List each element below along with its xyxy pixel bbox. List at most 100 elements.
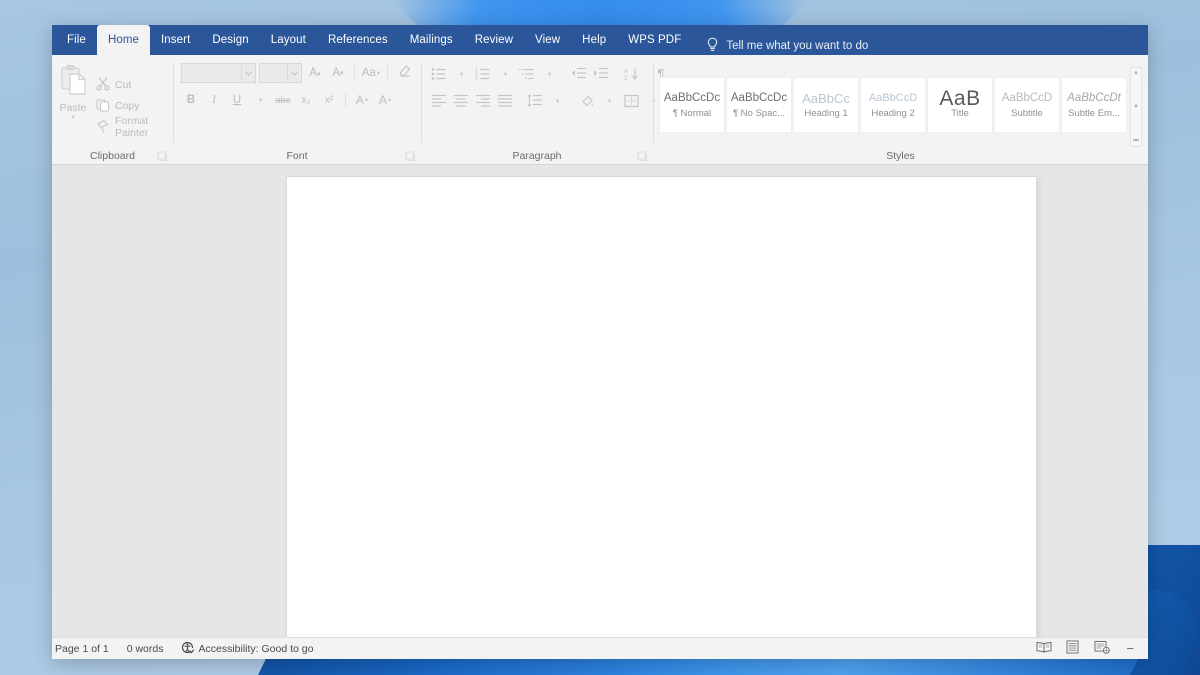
style-title-label: Title bbox=[951, 107, 969, 119]
font-color-icon: A bbox=[378, 93, 387, 107]
line-spacing-chevron-down-icon[interactable]: ▾ bbox=[547, 91, 567, 111]
view-read-mode-button[interactable] bbox=[1035, 641, 1052, 657]
document-canvas[interactable] bbox=[52, 165, 1148, 637]
group-label-styles: Styles bbox=[653, 147, 1148, 165]
multilevel-list-button[interactable] bbox=[517, 64, 537, 84]
ribbon-group-styles: AaBbCcDc ¶ Normal AaBbCcDc ¶ No Spac... … bbox=[653, 55, 1148, 165]
group-label-clipboard: Clipboard bbox=[52, 147, 173, 165]
font-size-input[interactable] bbox=[258, 63, 302, 83]
shading-chevron-down-icon[interactable]: ▾ bbox=[599, 91, 619, 111]
style-heading-2[interactable]: AaBbCcD Heading 2 bbox=[860, 77, 926, 133]
style-subtle-emphasis-label: Subtle Em... bbox=[1068, 107, 1120, 119]
styles-scroll-down-icon[interactable]: ▼ bbox=[1133, 104, 1139, 111]
shading-button[interactable] bbox=[577, 91, 597, 111]
styles-scroll-more-icon[interactable]: ▬ bbox=[1133, 137, 1139, 144]
style-subtle-emphasis[interactable]: AaBbCcDt Subtle Em... bbox=[1061, 77, 1127, 133]
borders-button[interactable] bbox=[621, 91, 641, 111]
grow-font-button[interactable]: A ▴ bbox=[305, 63, 325, 83]
cut-button[interactable]: Cut bbox=[94, 76, 173, 94]
style-title[interactable]: AaB Title bbox=[927, 77, 993, 133]
bullets-button[interactable] bbox=[429, 64, 449, 84]
tell-me-label: Tell me what you want to do bbox=[726, 40, 869, 52]
clipboard-dialog-launcher-icon[interactable] bbox=[157, 151, 168, 162]
shrink-font-button[interactable]: A ▾ bbox=[328, 63, 348, 83]
tell-me-search[interactable]: Tell me what you want to do bbox=[706, 37, 868, 55]
sort-button[interactable]: A Z bbox=[621, 64, 641, 84]
change-case-button[interactable]: Aa ▾ bbox=[361, 63, 381, 83]
paste-button[interactable]: Paste ▾ bbox=[52, 60, 94, 147]
zoom-out-button[interactable]: − bbox=[1122, 642, 1138, 655]
clear-formatting-button[interactable] bbox=[394, 63, 414, 83]
change-case-chevron-down-icon[interactable]: ▾ bbox=[377, 69, 380, 77]
svg-text:Z: Z bbox=[624, 76, 628, 81]
status-right-group: − bbox=[1035, 640, 1142, 657]
styles-scroll-up-icon[interactable]: ▲ bbox=[1133, 70, 1139, 77]
align-right-button[interactable] bbox=[473, 91, 493, 111]
tab-review[interactable]: Review bbox=[464, 25, 524, 55]
document-page[interactable] bbox=[287, 177, 1036, 637]
font-separator-1 bbox=[353, 65, 355, 81]
underline-button[interactable]: U bbox=[227, 90, 247, 110]
font-dialog-launcher-icon[interactable] bbox=[405, 151, 416, 162]
multilevel-list-chevron-down-icon[interactable]: ▾ bbox=[539, 64, 559, 84]
underline-chevron-down-icon[interactable]: ▾ bbox=[250, 90, 270, 110]
style-heading-1[interactable]: AaBbCc Heading 1 bbox=[793, 77, 859, 133]
numbering-chevron-down-icon[interactable]: ▾ bbox=[495, 64, 515, 84]
style-subtitle-label: Subtitle bbox=[1011, 107, 1043, 119]
scissors-icon bbox=[96, 76, 110, 94]
tab-view[interactable]: View bbox=[524, 25, 571, 55]
decrease-indent-button[interactable] bbox=[569, 64, 589, 84]
paste-label: Paste bbox=[59, 102, 87, 114]
ribbon: Paste ▾ Cut Copy Format Painter Clipboar… bbox=[52, 55, 1148, 165]
format-painter-button[interactable]: Format Painter bbox=[94, 115, 173, 139]
styles-gallery-scrollbar[interactable]: ▲ ▼ ▬ bbox=[1130, 67, 1142, 147]
text-effects-chevron-down-icon[interactable]: ▾ bbox=[365, 96, 368, 104]
view-web-layout-button[interactable] bbox=[1093, 641, 1110, 657]
tab-insert[interactable]: Insert bbox=[150, 25, 201, 55]
style-subtitle[interactable]: AaBbCcD Subtitle bbox=[994, 77, 1060, 133]
group-label-clipboard-text: Clipboard bbox=[90, 150, 135, 162]
line-spacing-button[interactable] bbox=[525, 91, 545, 111]
style-normal[interactable]: AaBbCcDc ¶ Normal bbox=[659, 77, 725, 133]
justify-button[interactable] bbox=[495, 91, 515, 111]
numbering-button[interactable]: 1 2 3 bbox=[473, 64, 493, 84]
text-effects-icon: A bbox=[355, 93, 365, 108]
tab-references[interactable]: References bbox=[317, 25, 399, 55]
paste-caret-icon[interactable]: ▾ bbox=[71, 114, 75, 121]
copy-button[interactable]: Copy bbox=[94, 98, 173, 115]
font-name-input[interactable] bbox=[181, 63, 256, 83]
tab-home[interactable]: Home bbox=[96, 25, 151, 55]
style-no-spacing[interactable]: AaBbCcDc ¶ No Spac... bbox=[726, 77, 792, 133]
style-heading-1-label: Heading 1 bbox=[804, 107, 848, 119]
bullets-chevron-down-icon[interactable]: ▾ bbox=[451, 64, 471, 84]
shrink-font-arrow-icon: ▾ bbox=[339, 70, 344, 77]
tab-design[interactable]: Design bbox=[201, 25, 259, 55]
change-case-label: Aa bbox=[361, 67, 376, 79]
cut-label: Cut bbox=[114, 79, 132, 91]
align-left-button[interactable] bbox=[429, 91, 449, 111]
bold-button[interactable]: B bbox=[181, 90, 201, 110]
tab-mailings[interactable]: Mailings bbox=[399, 25, 464, 55]
italic-button[interactable]: I bbox=[204, 90, 224, 110]
status-word-count[interactable]: 0 words bbox=[118, 643, 173, 655]
font-color-chevron-down-icon[interactable]: ▾ bbox=[388, 96, 391, 104]
tab-file[interactable]: File bbox=[56, 25, 97, 55]
font-size-chevron-down-icon[interactable] bbox=[286, 64, 301, 82]
style-no-spacing-preview: AaBbCcDc bbox=[730, 91, 788, 104]
status-accessibility[interactable]: Accessibility: Good to go bbox=[172, 641, 322, 657]
text-effects-button[interactable]: A ▾ bbox=[352, 90, 372, 110]
paragraph-dialog-launcher-icon[interactable] bbox=[637, 151, 648, 162]
align-center-button[interactable] bbox=[451, 91, 471, 111]
strikethrough-button[interactable]: abc bbox=[273, 90, 293, 110]
status-page-count[interactable]: Page 1 of 1 bbox=[52, 643, 118, 655]
group-label-paragraph-text: Paragraph bbox=[512, 150, 562, 162]
tab-layout[interactable]: Layout bbox=[260, 25, 317, 55]
font-name-chevron-down-icon[interactable] bbox=[240, 64, 255, 82]
superscript-button[interactable]: x² bbox=[319, 90, 339, 110]
tab-help[interactable]: Help bbox=[571, 25, 617, 55]
tab-wps-pdf[interactable]: WPS PDF bbox=[617, 25, 692, 55]
view-print-layout-button[interactable] bbox=[1064, 640, 1081, 657]
font-color-button[interactable]: A ▾ bbox=[375, 90, 395, 110]
increase-indent-button[interactable] bbox=[591, 64, 611, 84]
subscript-button[interactable]: x₂ bbox=[296, 90, 316, 110]
